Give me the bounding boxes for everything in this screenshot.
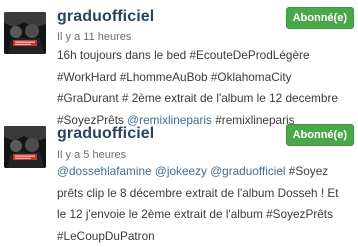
mention-link[interactable]: @graduofficiel [210, 164, 285, 178]
caption-line: prêts clip le 8 décembre extrait de l'al… [57, 183, 353, 205]
caption-text: #GraDurant # 2ème extrait de l'album le … [57, 91, 338, 105]
caption-text: #remixlineparis [212, 113, 295, 127]
caption-text: 16h toujours dans le bed #EcouteDeProdLé… [57, 48, 310, 62]
mention-link[interactable]: @dossehlafamine [57, 164, 152, 178]
caption-text: #LeCoupDuPatron [57, 229, 155, 243]
caption-line: 16h toujours dans le bed #EcouteDeProdLé… [57, 45, 353, 67]
username[interactable]: graduofficiel [57, 8, 154, 26]
post-caption: 16h toujours dans le bed #EcouteDeProdLé… [57, 45, 353, 131]
caption-text: #WorkHard #LhommeAuBob #OklahomaCity [57, 70, 292, 84]
follow-button[interactable]: Abonné(e) [286, 124, 354, 146]
post-timestamp: Il y a 11 heures [57, 31, 131, 43]
follow-button[interactable]: Abonné(e) [286, 7, 354, 29]
username[interactable]: graduofficiel [57, 125, 154, 143]
caption-line: @dossehlafamine @jokeezy @graduofficiel … [57, 161, 353, 183]
avatar[interactable] [4, 12, 46, 54]
caption-line: #WorkHard #LhommeAuBob #OklahomaCity [57, 67, 353, 89]
instagram-feed: graduofficiel Il y a 11 heures Abonné(e)… [0, 0, 358, 242]
avatar[interactable] [4, 126, 46, 168]
caption-text: le 12 j'envoie le 2ème extrait de l'albu… [57, 207, 333, 221]
caption-line: le 12 j'envoie le 2ème extrait de l'albu… [57, 204, 353, 226]
caption-text: prêts clip le 8 décembre extrait de l'al… [57, 186, 339, 200]
album-cover-icon [4, 126, 46, 168]
mention-link[interactable]: @jokeezy [155, 164, 207, 178]
post-timestamp: Il y a 5 heures [57, 149, 126, 161]
caption-line: #LeCoupDuPatron [57, 226, 353, 247]
caption-line: #GraDurant # 2ème extrait de l'album le … [57, 88, 353, 110]
caption-text: #Soyez [286, 164, 329, 178]
album-cover-icon [4, 12, 46, 54]
post-caption: @dossehlafamine @jokeezy @graduofficiel … [57, 161, 353, 247]
